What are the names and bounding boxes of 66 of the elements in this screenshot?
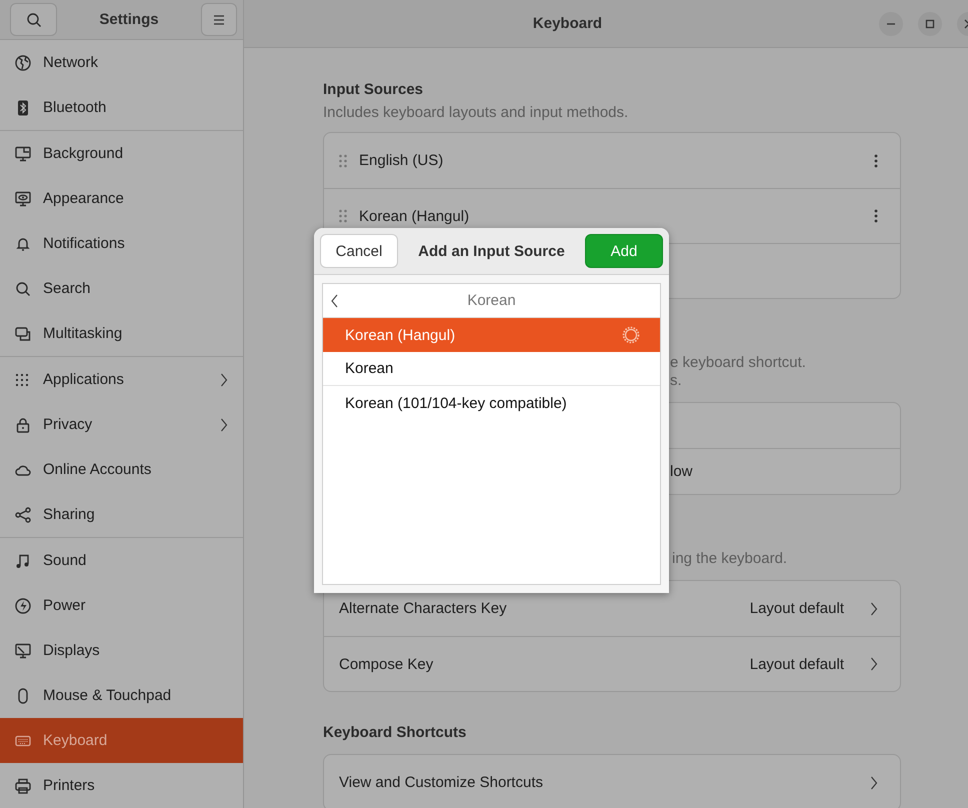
sidebar-item[interactable]: Background bbox=[0, 131, 243, 176]
sidebar-item[interactable]: Multitasking bbox=[0, 311, 243, 356]
sidebar-item[interactable]: Applications bbox=[0, 357, 243, 402]
drag-handle-icon bbox=[339, 209, 347, 223]
section-description: e keyboard shortcut. bbox=[670, 354, 806, 372]
menu-button[interactable] bbox=[201, 3, 237, 36]
sidebar-item[interactable]: Printers bbox=[0, 763, 243, 808]
windows-icon bbox=[15, 326, 31, 342]
sidebar-item[interactable]: Privacy bbox=[0, 402, 243, 447]
settings-row[interactable]: View and Customize Shortcuts bbox=[324, 755, 900, 808]
search-icon bbox=[26, 12, 42, 28]
maximize-icon bbox=[924, 18, 936, 30]
section-heading: Keyboard Shortcuts bbox=[323, 723, 468, 743]
sidebar-item[interactable]: Sharing bbox=[0, 492, 243, 537]
dialog-title: Add an Input Source bbox=[418, 242, 565, 260]
section-description: ing the keyboard. bbox=[672, 550, 788, 568]
chevron-right-icon bbox=[870, 602, 878, 616]
bell-icon bbox=[15, 236, 31, 252]
input-source-name: English (US) bbox=[359, 152, 444, 169]
chevron-right-icon bbox=[870, 657, 878, 671]
more-icon bbox=[874, 154, 878, 168]
sidebar-item[interactable]: Displays bbox=[0, 628, 243, 673]
window-title: Keyboard bbox=[532, 15, 604, 32]
sidebar-item[interactable]: Sound bbox=[0, 538, 243, 583]
sidebar-item[interactable]: Notifications bbox=[0, 221, 243, 266]
chevron-right-icon bbox=[870, 776, 878, 790]
search-icon bbox=[15, 280, 31, 296]
input-source-name: Korean (Hangul) bbox=[359, 208, 470, 224]
monitor-icon bbox=[15, 146, 31, 162]
globe-icon bbox=[15, 54, 31, 70]
printer-icon bbox=[15, 778, 31, 794]
share-icon bbox=[15, 506, 31, 522]
cancel-button[interactable]: Cancel bbox=[320, 234, 398, 268]
settings-row[interactable]: Alternate Characters Key Layout default bbox=[324, 581, 900, 636]
option-item[interactable]: Korean (Hangul) bbox=[323, 318, 660, 352]
monitor-icon bbox=[15, 642, 31, 658]
lock-icon bbox=[15, 416, 31, 432]
option-item[interactable]: Korean bbox=[323, 352, 660, 386]
monitor-icon bbox=[15, 190, 31, 206]
section-description: s. bbox=[670, 372, 682, 390]
chevron-left-icon bbox=[330, 294, 338, 308]
sidebar-item[interactable]: Power bbox=[0, 583, 243, 628]
power-icon bbox=[15, 598, 31, 614]
search-button[interactable] bbox=[10, 3, 57, 36]
settings-row[interactable]: Compose Key Layout default bbox=[324, 636, 900, 691]
sidebar-item[interactable]: Search bbox=[0, 266, 243, 311]
grid-icon bbox=[15, 372, 31, 388]
bluetooth-icon bbox=[15, 100, 31, 116]
sidebar-title: Settings bbox=[99, 11, 159, 28]
drag-handle-icon bbox=[339, 154, 347, 168]
sidebar-item[interactable]: Mouse & Touchpad bbox=[0, 673, 243, 718]
sidebar-item[interactable]: Appearance bbox=[0, 176, 243, 221]
music-note-icon bbox=[15, 552, 31, 568]
option-label: low bbox=[669, 463, 693, 480]
sidebar-item[interactable]: Online Accounts bbox=[0, 447, 243, 492]
sidebar-item[interactable]: Bluetooth bbox=[0, 85, 243, 130]
more-icon bbox=[874, 209, 878, 223]
section-heading: Input Sources bbox=[323, 80, 424, 100]
minimize-icon bbox=[887, 22, 895, 24]
menu-icon bbox=[213, 14, 225, 26]
maximize-button[interactable] bbox=[918, 12, 942, 36]
category-title: Korean bbox=[466, 292, 517, 309]
section-description: Includes keyboard layouts and input methods. bbox=[323, 103, 630, 123]
sidebar-item[interactable]: Network bbox=[0, 40, 243, 85]
cog-icon bbox=[622, 326, 640, 344]
option-item[interactable]: Korean (101/104-key compatible) bbox=[323, 386, 660, 420]
